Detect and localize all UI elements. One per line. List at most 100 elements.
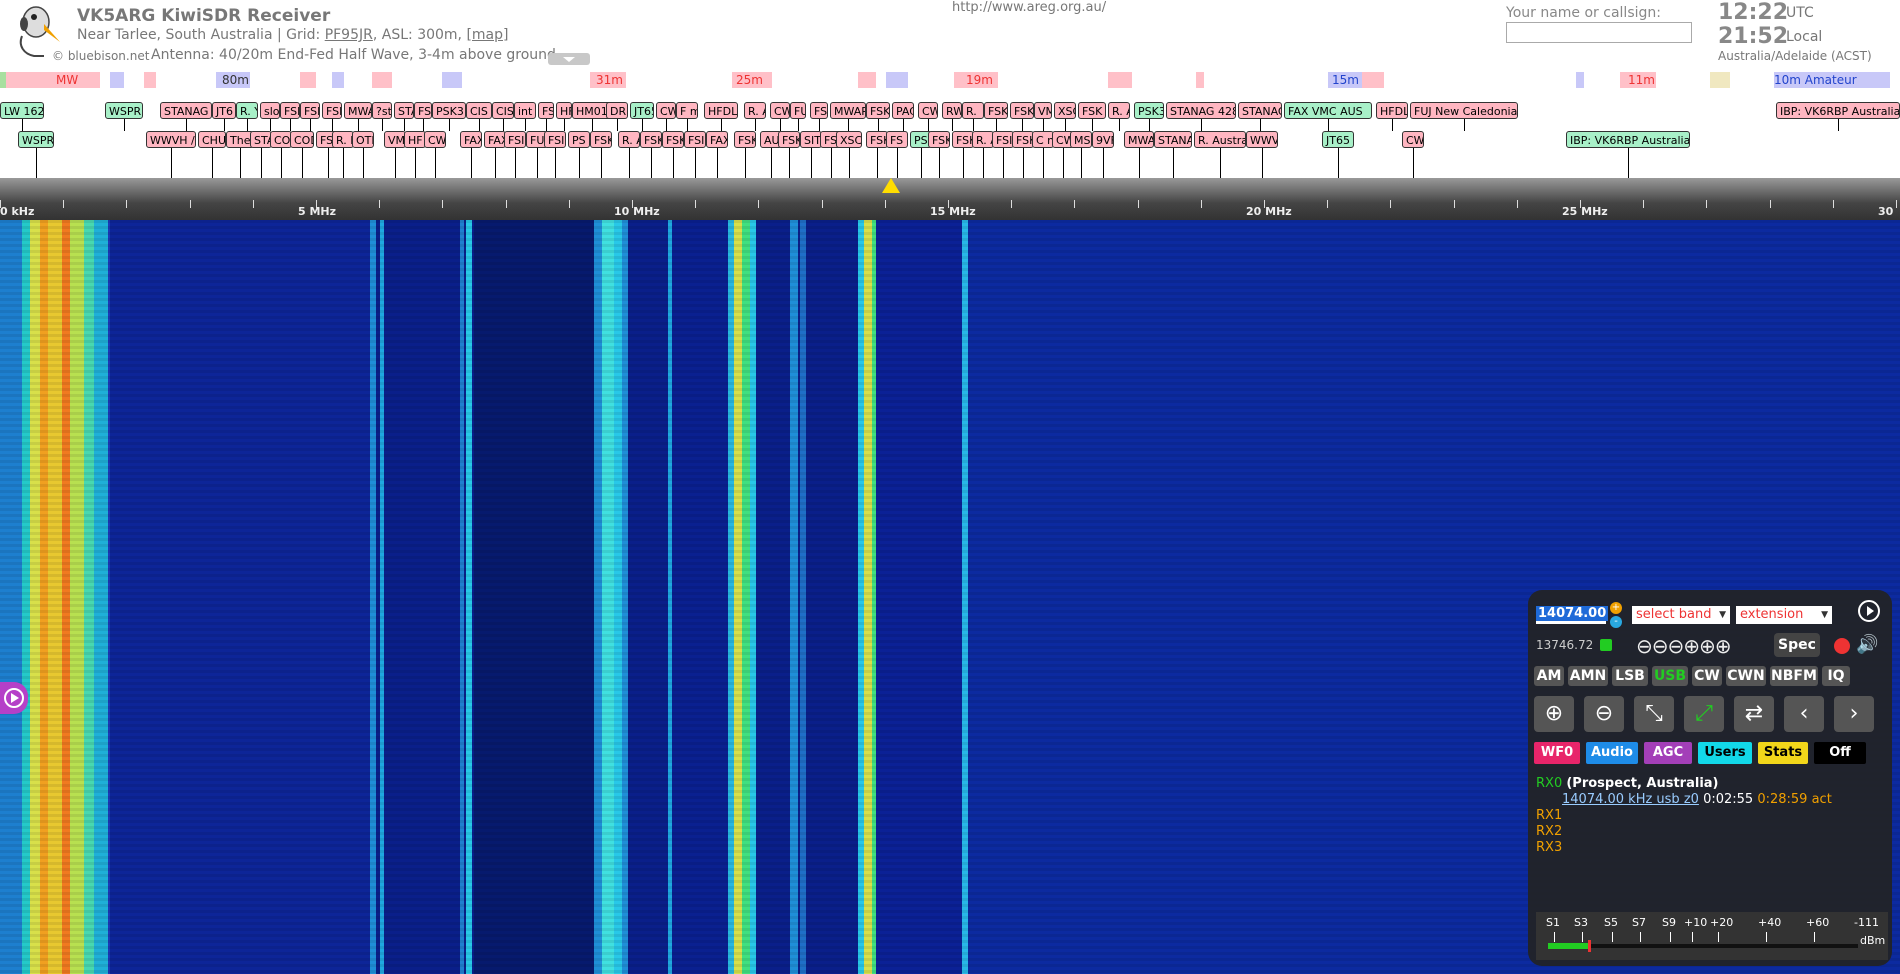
station-label[interactable]: HF bbox=[556, 102, 572, 119]
name-input[interactable] bbox=[1506, 22, 1692, 43]
station-label[interactable]: FSK bbox=[1010, 102, 1034, 119]
station-label[interactable]: COD bbox=[290, 131, 314, 148]
station-label[interactable]: HFDL bbox=[704, 102, 738, 119]
station-label[interactable]: int bbox=[514, 102, 536, 119]
step-up-icon[interactable]: + bbox=[1610, 602, 1622, 614]
station-label[interactable]: FSI bbox=[504, 131, 526, 148]
station-label[interactable]: FAX bbox=[460, 131, 482, 148]
pan-icon[interactable]: ⇄ bbox=[1734, 696, 1774, 732]
mode-lsb[interactable]: LSB bbox=[1612, 666, 1648, 686]
station-label[interactable]: R. P bbox=[332, 131, 354, 148]
station-label[interactable]: CW bbox=[918, 102, 938, 119]
station-label[interactable]: FSK bbox=[928, 131, 950, 148]
mode-nbfm[interactable]: NBFM bbox=[1770, 666, 1818, 686]
station-label[interactable]: CW bbox=[770, 102, 790, 119]
station-label[interactable]: MS- bbox=[1070, 131, 1092, 148]
station-label[interactable]: XSC bbox=[836, 131, 862, 148]
speaker-icon[interactable]: 🔊 bbox=[1856, 634, 1878, 655]
zoom-max-icon[interactable]: ⤢ bbox=[1684, 696, 1724, 732]
tab-audio[interactable]: Audio bbox=[1586, 742, 1638, 764]
station-label[interactable]: SIT bbox=[800, 131, 822, 148]
station-label[interactable]: CW bbox=[656, 102, 676, 119]
page-left-icon[interactable]: ‹ bbox=[1784, 696, 1824, 732]
station-label[interactable]: R. bbox=[962, 102, 984, 119]
tab-wf0[interactable]: WF0 bbox=[1534, 742, 1580, 764]
station-label[interactable]: CO bbox=[270, 131, 292, 148]
station-label[interactable]: STA bbox=[394, 102, 414, 119]
station-label[interactable]: FSI bbox=[544, 131, 566, 148]
station-label[interactable]: FSK bbox=[1012, 131, 1034, 148]
station-label[interactable]: WWV bbox=[1246, 131, 1278, 148]
station-label[interactable]: FSI bbox=[810, 102, 828, 119]
station-label[interactable]: XSC bbox=[1054, 102, 1076, 119]
frequency-step[interactable]: + - bbox=[1610, 602, 1624, 630]
station-label[interactable]: JT65 bbox=[1322, 131, 1354, 148]
station-label[interactable]: PS bbox=[568, 131, 590, 148]
station-label[interactable]: FSK bbox=[952, 131, 974, 148]
page-right-icon[interactable]: › bbox=[1834, 696, 1874, 732]
step-down-icon[interactable]: - bbox=[1610, 616, 1622, 628]
station-label[interactable]: CW bbox=[424, 131, 446, 148]
open-link-icon[interactable] bbox=[1600, 639, 1612, 651]
station-label[interactable]: LW 162 bbox=[0, 102, 44, 119]
station-label[interactable]: FS bbox=[886, 131, 908, 148]
station-label[interactable]: R. Y bbox=[236, 102, 258, 119]
tab-stats[interactable]: Stats bbox=[1758, 742, 1808, 764]
frequency-scale[interactable]: 0 kHz5 MHz10 MHz15 MHz20 MHz25 MHz30 M bbox=[0, 178, 1900, 231]
station-label[interactable]: CIS bbox=[492, 102, 514, 119]
rx0-frequency-link[interactable]: 14074.00 kHz usb z0 bbox=[1562, 792, 1699, 807]
bluebison-credit[interactable]: © bluebison.net bbox=[52, 49, 149, 63]
zoom-step-buttons[interactable]: ⊖⊖⊖⊕⊕⊕ bbox=[1636, 634, 1732, 658]
station-label[interactable]: WSPR bbox=[105, 102, 143, 119]
station-label[interactable]: FSK bbox=[322, 102, 342, 119]
side-play-button[interactable] bbox=[0, 682, 28, 714]
frequency-input[interactable]: 14074.00 bbox=[1536, 606, 1609, 624]
station-label[interactable]: HF bbox=[404, 131, 426, 148]
station-label[interactable]: VM bbox=[384, 131, 406, 148]
record-icon[interactable] bbox=[1834, 638, 1850, 654]
band-select[interactable]: select band bbox=[1632, 606, 1730, 624]
band-10m-amateur[interactable]: 10m Amateur bbox=[1774, 73, 1857, 87]
tab-agc[interactable]: AGC bbox=[1644, 742, 1692, 764]
band-mw[interactable]: MW bbox=[56, 73, 78, 87]
zoom-in-icon[interactable]: ⊕ bbox=[1534, 696, 1574, 732]
station-label[interactable]: FSK bbox=[778, 131, 800, 148]
station-label[interactable]: WSPR bbox=[18, 131, 54, 148]
station-label[interactable]: FSK bbox=[590, 131, 612, 148]
mode-cw[interactable]: CW bbox=[1692, 666, 1722, 686]
station-label[interactable]: FSK bbox=[1078, 102, 1106, 119]
spec-button[interactable]: Spec bbox=[1774, 633, 1820, 657]
station-label[interactable]: JT6 bbox=[212, 102, 236, 119]
band-15m[interactable]: 15m bbox=[1332, 73, 1359, 87]
station-label[interactable]: PSK3 bbox=[1134, 102, 1164, 119]
station-label[interactable]: STANAG 428 bbox=[1166, 102, 1236, 119]
station-label[interactable]: RWN bbox=[942, 102, 962, 119]
station-label[interactable]: PSK3 bbox=[432, 102, 466, 119]
station-label[interactable]: CIS bbox=[466, 102, 492, 119]
station-label[interactable]: ?st bbox=[372, 102, 392, 119]
station-label[interactable]: FSK bbox=[734, 131, 756, 148]
station-label[interactable]: IBP: VK6RBP Australia bbox=[1566, 131, 1690, 148]
station-label[interactable]: FAX bbox=[706, 131, 728, 148]
zoom-out-icon[interactable]: ⊖ bbox=[1584, 696, 1624, 732]
mode-usb[interactable]: USB bbox=[1652, 666, 1688, 686]
station-label[interactable]: CW bbox=[1402, 131, 1424, 148]
station-label[interactable]: WWVH / bbox=[146, 131, 196, 148]
tab-off[interactable]: Off bbox=[1814, 742, 1866, 764]
band-11m[interactable]: 11m bbox=[1628, 73, 1655, 87]
station-label[interactable]: R. A bbox=[618, 131, 640, 148]
mode-iq[interactable]: IQ bbox=[1822, 666, 1850, 686]
station-label[interactable]: FSK bbox=[662, 131, 684, 148]
club-url[interactable]: http://www.areg.org.au/ bbox=[952, 0, 1106, 15]
play-icon[interactable] bbox=[1858, 600, 1880, 622]
frequency-value[interactable]: 14074.00 bbox=[1536, 606, 1609, 621]
station-label[interactable]: PAC bbox=[892, 102, 914, 119]
mode-amn[interactable]: AMN bbox=[1568, 666, 1608, 686]
station-label[interactable]: MWAR bbox=[830, 102, 866, 119]
station-label[interactable]: FAX VMC AUS bbox=[1284, 102, 1372, 119]
station-label[interactable]: FSI bbox=[992, 131, 1014, 148]
station-label[interactable]: JT65 bbox=[630, 102, 654, 119]
station-label[interactable]: R. A bbox=[972, 131, 994, 148]
station-label[interactable]: STANAG bbox=[160, 102, 212, 119]
station-label[interactable]: CHU bbox=[198, 131, 226, 148]
